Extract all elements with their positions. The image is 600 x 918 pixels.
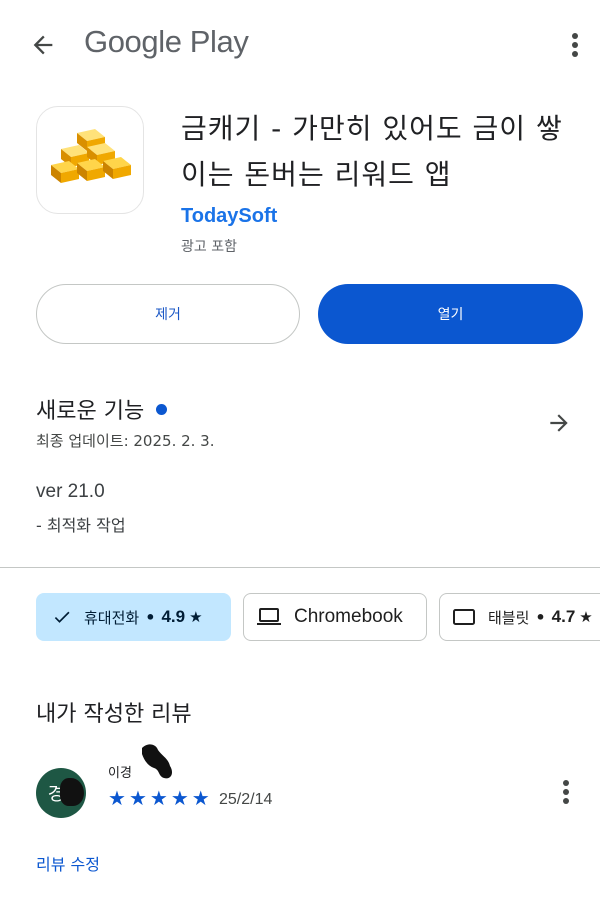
redaction-mark — [60, 778, 84, 806]
device-rating: 4.9 — [161, 607, 186, 626]
device-rating: 4.7 — [551, 607, 576, 626]
release-notes: - 최적화 작업 — [36, 516, 126, 535]
edit-review-link[interactable]: 리뷰 수정 — [36, 851, 100, 875]
app-details-page: Google Play 금캐기 - 가만히 있어도 금이 쌓이는 돈버는 리워드… — [0, 0, 600, 918]
separator-dot: • — [535, 607, 546, 627]
reviewer-name: 이경 — [108, 766, 132, 781]
arrow-right-icon[interactable] — [544, 408, 574, 438]
star-icon: ★ — [579, 608, 593, 626]
review-more-vert-icon[interactable] — [556, 775, 576, 809]
device-label: 태블릿 — [488, 608, 530, 627]
app-title: 금캐기 - 가만히 있어도 금이 쌓이는 돈버는 리워드 앱 — [181, 112, 563, 191]
my-review-title: 내가 작성한 리뷰 — [36, 702, 192, 727]
star-icon: ★ — [149, 786, 168, 810]
star-icon: ★ — [191, 786, 210, 810]
star-icon: ★ — [189, 608, 203, 626]
star-rating: ★ ★ ★ ★ ★ — [108, 786, 210, 810]
section-divider — [0, 567, 600, 568]
tablet-icon — [452, 608, 476, 626]
whats-new-title: 새로운 기능 — [36, 399, 145, 424]
review-date: 25/2/14 — [219, 791, 273, 808]
star-icon: ★ — [128, 786, 147, 810]
check-icon — [52, 607, 72, 627]
laptop-icon — [256, 607, 282, 627]
new-indicator-dot — [156, 403, 168, 415]
device-label: Chromebook — [294, 606, 403, 627]
developer-link[interactable]: TodaySoft — [181, 205, 277, 228]
back-arrow-icon[interactable] — [26, 28, 60, 62]
contains-ads-label: 광고 포함 — [181, 239, 237, 255]
uninstall-button[interactable]: 제거 — [36, 284, 300, 344]
device-chip-chromebook[interactable]: Chromebook — [243, 593, 427, 641]
device-label: 휴대전화 — [84, 608, 140, 627]
app-icon — [36, 106, 144, 214]
device-chip-tablet[interactable]: 태블릿 • 4.7 ★ — [439, 593, 600, 641]
top-app-bar: Google Play — [0, 0, 600, 88]
last-updated-text: 최종 업데이트: 2025. 2. 3. — [36, 432, 215, 450]
device-chip-phone[interactable]: 휴대전화 • 4.9 ★ — [36, 593, 231, 641]
version-text: ver 21.0 — [36, 481, 105, 502]
star-icon: ★ — [170, 786, 189, 810]
whats-new-header[interactable]: 새로운 기능 — [36, 393, 168, 425]
gold-bars-icon — [51, 129, 131, 183]
separator-dot: • — [145, 607, 156, 627]
redaction-mark — [142, 744, 172, 779]
more-vert-icon[interactable] — [564, 28, 586, 62]
open-button[interactable]: 열기 — [318, 284, 583, 344]
store-brand: Google Play — [84, 24, 249, 59]
star-icon: ★ — [108, 786, 126, 810]
avatar: 경 — [36, 768, 86, 818]
